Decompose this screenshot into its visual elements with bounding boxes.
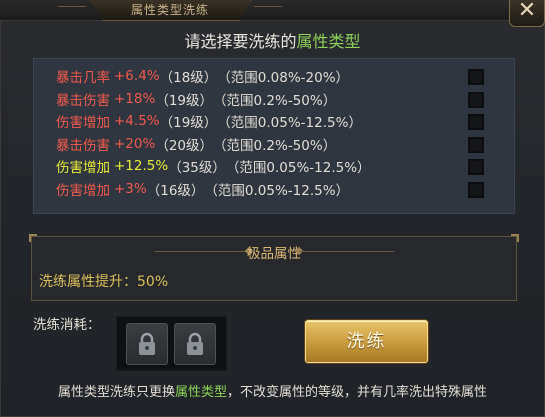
title-ornament-right (254, 6, 282, 14)
attribute-level: （18级） (159, 70, 218, 86)
attribute-value: +4.5% (114, 113, 160, 129)
attribute-value: +6.4% (114, 68, 160, 84)
footer-hint: 属性类型洗练只更换属性类型，不改变属性的等级，并有几率洗出特殊属性 (0, 381, 545, 400)
heading-highlight: 属性类型 (296, 32, 361, 51)
dialog-title: 属性类型洗练 (130, 3, 209, 17)
attribute-name: 暴击伤害 (56, 137, 110, 154)
lock-attribute-checkbox[interactable] (468, 159, 484, 175)
close-button[interactable]: ✕ (509, 0, 545, 27)
title-ornament-left (58, 6, 86, 14)
attribute-level: （16级） (146, 182, 205, 199)
lock-attribute-checkbox[interactable] (468, 91, 484, 108)
cost-slot-1[interactable] (126, 323, 168, 365)
heading-prefix: 请选择要洗练的 (184, 32, 297, 51)
attribute-value: +18% (114, 90, 156, 107)
wash-button[interactable]: 洗练 (305, 320, 428, 363)
attribute-row: 暴击伤害 +18% （19级） （范围0.2%-50%） (56, 88, 336, 110)
attribute-level: （20级） (155, 137, 214, 154)
attribute-list: 暴击几率 +6.4% （18级） （范围0.08%-20%） 暴击伤害 +18% （19级）… (33, 58, 515, 214)
attribute-range: （范围0.2%-50%） (213, 137, 337, 154)
footer-part2: ，不改变属性的等级，并有几率洗出特殊属性 (227, 385, 488, 400)
attribute-value: +12.5% (114, 158, 169, 174)
close-icon: ✕ (517, 0, 537, 23)
lock-attribute-checkbox[interactable] (468, 69, 484, 85)
lock-icon (187, 332, 203, 355)
attribute-name: 暴击几率 (56, 70, 110, 86)
attribute-level: （35级） (168, 160, 226, 176)
attribute-level: （19级） (155, 92, 214, 109)
quality-title: 极品属性 (247, 246, 301, 262)
attribute-value: +3% (114, 180, 147, 197)
footer-highlight: 属性类型 (174, 385, 227, 400)
footer-part1: 属性类型洗练只更换 (57, 385, 175, 400)
lock-attribute-checkbox[interactable] (468, 181, 484, 198)
attribute-level: （19级） (159, 115, 218, 131)
lock-attribute-checkbox[interactable] (468, 114, 484, 130)
lock-icon (139, 332, 155, 355)
attribute-name: 伤害增加 (56, 160, 110, 176)
attribute-row: 伤害增加 +12.5% （35级） （范围0.05%-12.5%） (56, 155, 371, 177)
attribute-range: （范围0.08%-20%） (217, 70, 350, 86)
attribute-range: （范围0.05%-12.5%） (217, 115, 362, 131)
attribute-range: （范围0.05%-12.5%） (225, 160, 371, 176)
cost-slot-2[interactable] (174, 323, 216, 365)
lock-attribute-checkbox[interactable] (468, 136, 484, 153)
quality-bonus-text: 洗练属性提升：50% (39, 274, 169, 290)
quality-panel: 极品属性 洗练属性提升：50% (29, 234, 519, 301)
instruction-heading: 请选择要洗练的属性类型 (0, 28, 545, 52)
attribute-name: 伤害增加 (56, 115, 110, 131)
cost-slots (116, 316, 227, 371)
wash-dialog: 属性类型洗练 ✕ 请选择要洗练的属性类型 暴击几率 +6.4% （18级） （范围0.… (0, 0, 545, 417)
quality-divider-right (299, 251, 394, 252)
attribute-value: +20% (114, 135, 156, 152)
attribute-row: 暴击几率 +6.4% （18级） （范围0.08%-20%） (56, 65, 349, 87)
attribute-row: 伤害增加 +3% （16级） （范围0.05%-12.5%） (56, 178, 349, 200)
attribute-row: 伤害增加 +4.5% （19级） （范围0.05%-12.5%） (56, 110, 362, 132)
attribute-row: 暴击伤害 +20% （20级） （范围0.2%-50%） (56, 133, 336, 155)
cost-label: 洗练消耗： (33, 317, 101, 333)
attribute-range: （范围0.05%-12.5%） (204, 182, 350, 199)
attribute-name: 暴击伤害 (56, 92, 110, 109)
attribute-range: （范围0.2%-50%） (213, 92, 337, 109)
attribute-name: 伤害增加 (56, 182, 110, 199)
